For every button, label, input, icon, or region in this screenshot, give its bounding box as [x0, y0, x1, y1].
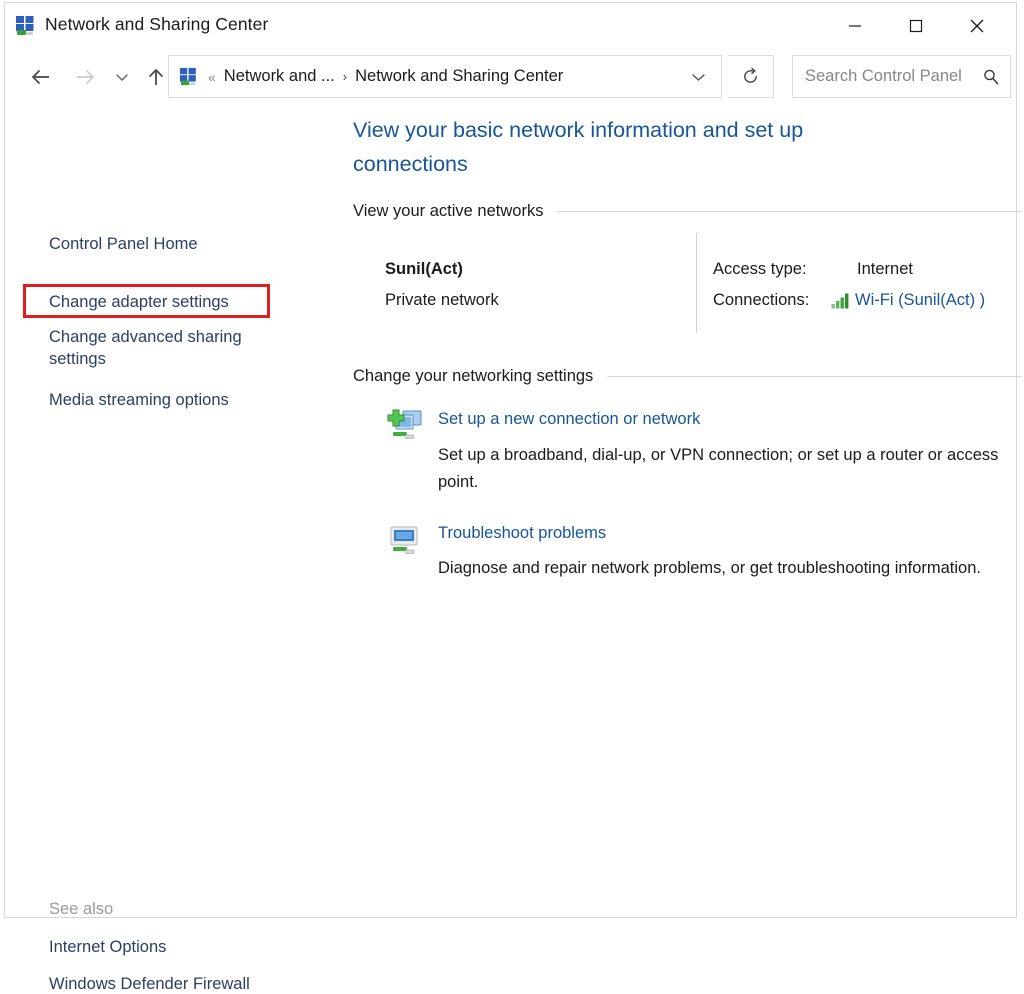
troubleshoot-icon — [385, 520, 425, 560]
minimize-icon[interactable] — [832, 3, 878, 49]
sidebar-item-change-advanced-sharing-settings[interactable]: Change advanced sharing settings — [49, 326, 281, 370]
main-content: View your basic network information and … — [345, 105, 1021, 917]
up-arrow-icon[interactable] — [141, 59, 171, 95]
sidebar-item-change-adapter-settings[interactable]: Change adapter settings — [49, 291, 229, 313]
description-troubleshoot-problems: Diagnose and repair network problems, or… — [438, 559, 981, 577]
breadcrumb-item-network-and[interactable]: Network and ... — [224, 67, 335, 86]
section-title-networking-settings: Change your networking settings — [353, 367, 594, 385]
section-title-active-networks: View your active networks — [353, 202, 544, 220]
network-icon — [179, 67, 199, 87]
breadcrumb-overflow-icon[interactable]: « — [208, 69, 216, 85]
back-arrow-icon[interactable] — [23, 59, 59, 95]
address-toolbar: « Network and ... › Network and Sharing … — [5, 49, 1016, 105]
breadcrumb-item-network-sharing-center[interactable]: Network and Sharing Center — [355, 67, 563, 86]
section-header-networking-settings: Change your networking settings — [353, 367, 1021, 386]
see-also-item-windows-defender-firewall[interactable]: Windows Defender Firewall — [49, 975, 250, 994]
connections-label: Connections: — [713, 291, 810, 309]
network-sharing-center-window: Network and Sharing Center « Network and… — [4, 2, 1021, 993]
link-troubleshoot-problems[interactable]: Troubleshoot problems — [438, 524, 606, 543]
active-network-type: Private network — [385, 291, 499, 309]
access-type-label: Access type: — [713, 260, 807, 278]
forward-arrow-icon — [67, 59, 103, 95]
sidebar-item-media-streaming-options[interactable]: Media streaming options — [49, 389, 229, 411]
section-divider — [557, 211, 1021, 212]
refresh-icon[interactable] — [728, 55, 774, 98]
chevron-down-icon[interactable] — [109, 59, 135, 95]
close-icon[interactable] — [954, 3, 1000, 49]
search-icon[interactable] — [982, 68, 1000, 86]
new-connection-icon — [385, 406, 425, 446]
breadcrumb-separator-icon: › — [342, 69, 348, 84]
page-title: View your basic network information and … — [353, 118, 804, 176]
vertical-divider — [696, 233, 697, 333]
connections-value-link[interactable]: Wi-Fi (Sunil(Act) ) — [855, 291, 985, 310]
section-header-active-networks: View your active networks — [353, 202, 1021, 221]
network-icon — [15, 15, 37, 37]
description-set-up-new-connection: Set up a broadband, dial-up, or VPN conn… — [438, 446, 999, 491]
see-also-label: See also — [49, 900, 114, 918]
window-title: Network and Sharing Center — [45, 14, 269, 34]
access-type-value: Internet — [857, 260, 913, 278]
see-also-item-internet-options[interactable]: Internet Options — [49, 938, 166, 957]
title-bar: Network and Sharing Center — [5, 3, 1016, 49]
search-input[interactable]: Search Control Panel — [792, 55, 1011, 98]
section-divider — [607, 376, 1021, 377]
maximize-icon[interactable] — [893, 3, 939, 49]
wifi-signal-bars-icon — [831, 292, 851, 309]
breadcrumb[interactable]: « Network and ... › Network and Sharing … — [168, 55, 722, 98]
search-placeholder: Search Control Panel — [805, 67, 962, 85]
sidebar-item-control-panel-home[interactable]: Control Panel Home — [49, 233, 198, 255]
chevron-down-icon[interactable] — [683, 56, 713, 97]
sidebar: Control Panel Home Change adapter settin… — [5, 105, 345, 993]
active-network-name: Sunil(Act) — [385, 260, 463, 278]
link-set-up-new-connection[interactable]: Set up a new connection or network — [438, 410, 700, 429]
